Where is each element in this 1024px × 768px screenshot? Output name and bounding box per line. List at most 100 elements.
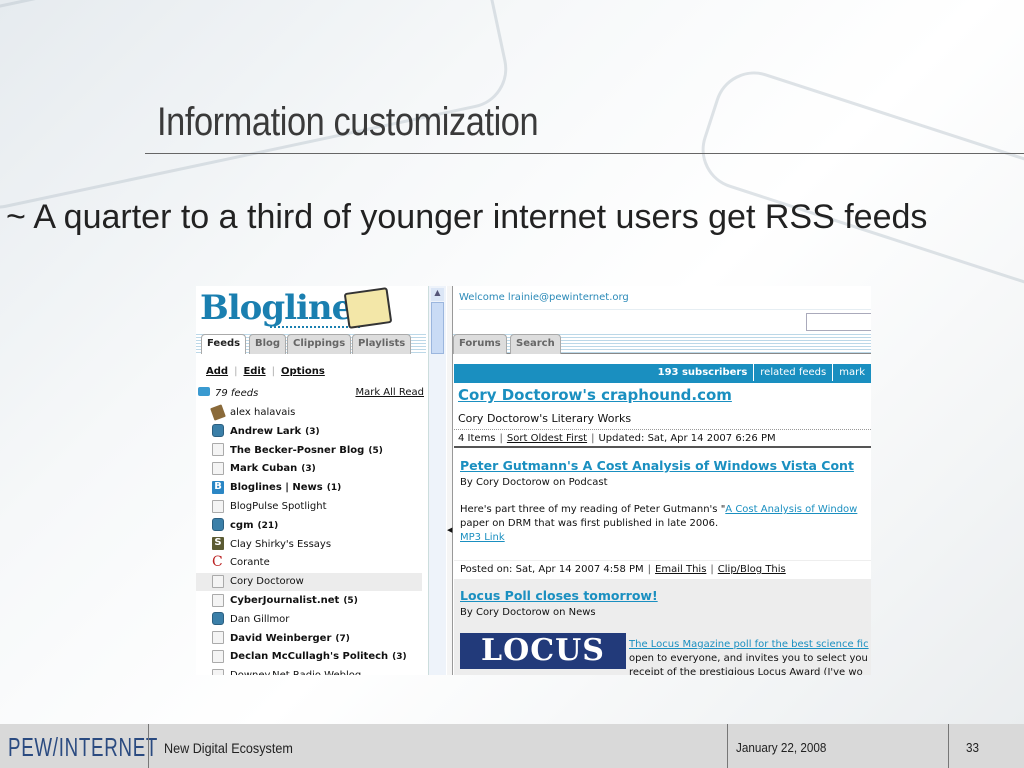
item-title-link[interactable]: Peter Gutmann's A Cost Analysis of Windo… (460, 458, 854, 473)
tab-clippings[interactable]: Clippings (287, 334, 352, 354)
feed-item[interactable]: B Bloglines | News (1) (212, 479, 422, 497)
feed-item[interactable]: Declan McCullagh's Politech (3) (212, 648, 422, 666)
unread-count: (1) (326, 483, 342, 494)
sort-link[interactable]: Sort Oldest First (507, 433, 587, 444)
feed-toolbar: 193 subscribers related feeds mark (454, 364, 871, 383)
feed-name: Corante (230, 557, 270, 569)
item-count: 4 Items (458, 433, 496, 444)
b-feed-icon: B (212, 480, 224, 494)
tab-playlists[interactable]: Playlists (352, 334, 412, 354)
scroll-thumb[interactable] (431, 302, 444, 354)
related-feeds-link[interactable]: related feeds (753, 364, 832, 381)
search-input[interactable] (806, 313, 871, 331)
mp3-link[interactable]: MP3 Link (460, 532, 505, 543)
avatar-feed-icon (210, 403, 226, 421)
item-body: The Locus Magazine poll for the best sci… (629, 638, 869, 675)
feed-item[interactable]: cgm (21) (212, 517, 422, 535)
feed-item[interactable]: Mark Cuban (3) (212, 460, 422, 478)
reading-pane: Welcome lrainie@pewinternet.org Forums S… (453, 286, 871, 675)
slide-footer: PEW/INTERNET New Digital Ecosystem Janua… (0, 724, 1024, 768)
tab-search[interactable]: Search (510, 334, 561, 354)
add-link[interactable]: Add (206, 366, 228, 377)
updated-time: Updated: Sat, Apr 14 2007 6:26 PM (598, 433, 776, 444)
logo-underline (270, 326, 360, 328)
feed-item[interactable]: Downey.Net Radio Weblog (212, 667, 422, 675)
presentation-title: New Digital Ecosystem (164, 740, 293, 756)
feed-name: Cory Doctorow (230, 576, 304, 588)
feed-name: Bloglines | News (230, 482, 323, 494)
page-feed-icon (212, 574, 224, 588)
scrollbar[interactable]: ▲ (428, 286, 446, 675)
unread-count: (5) (343, 596, 358, 606)
body-text: Here's part three of my reading of Peter… (460, 504, 726, 515)
feed-name: Mark Cuban (230, 463, 298, 475)
feed-item[interactable]: The Becker-Posner Blog (5) (212, 442, 422, 460)
edit-link[interactable]: Edit (243, 366, 265, 377)
unread-count: (3) (305, 426, 320, 437)
article-link[interactable]: A Cost Analysis of Window (725, 504, 857, 515)
page-feed-icon (212, 631, 224, 645)
tab-forums[interactable]: Forums (453, 334, 507, 354)
slide-bullet: ~ A quarter to a third of younger intern… (6, 198, 928, 236)
presentation-date: January 22, 2008 (736, 740, 827, 755)
divider (148, 724, 149, 768)
feed-item[interactable]: BlogPulse Spotlight (212, 498, 422, 516)
divider (459, 309, 871, 310)
feed-item[interactable]: C Corante (212, 554, 422, 572)
feed-item[interactable]: Cory Doctorow (196, 573, 422, 592)
feed-title-link[interactable]: Cory Doctorow's craphound.com (458, 386, 732, 404)
unread-count: (7) (335, 633, 350, 644)
feed-name: Downey.Net Radio Weblog (230, 670, 361, 675)
feed-name: David Weinberger (230, 632, 332, 644)
tab-blog[interactable]: Blog (249, 334, 287, 354)
feed-item[interactable]: alex halavais (210, 403, 422, 422)
page-feed-icon (212, 593, 224, 607)
feed-item[interactable]: CyberJournalist.net (5) (212, 592, 422, 610)
item-byline: By Cory Doctorow on News (460, 607, 596, 618)
body-text: paper on DRM that was first published in… (460, 518, 719, 529)
c-feed-icon: C (212, 553, 223, 570)
feed-item[interactable]: Dan Gillmor (212, 611, 422, 629)
divider (727, 724, 728, 768)
feed-name: Andrew Lark (230, 425, 302, 437)
mark-all-read-link[interactable]: Mark All Read (355, 387, 424, 398)
feed-name: Dan Gillmor (230, 613, 290, 625)
feed-name: Declan McCullagh's Politech (230, 651, 389, 663)
unread-count: (3) (301, 464, 316, 475)
page-feed-icon (212, 499, 224, 513)
feed-name: The Becker-Posner Blog (230, 444, 365, 456)
unread-count: (21) (257, 520, 279, 531)
feed-name: CyberJournalist.net (230, 595, 340, 606)
mark-link[interactable]: mark (832, 364, 871, 381)
feed-name: alex halavais (230, 407, 296, 418)
body-text: open to everyone, and invites you to sel… (629, 653, 868, 664)
locus-poll-link[interactable]: The Locus Magazine poll for the best sci… (629, 639, 869, 650)
feed-item[interactable]: David Weinberger (7) (212, 630, 422, 648)
item-footer: Posted on: Sat, Apr 14 2007 4:58 PM | Emai… (454, 560, 871, 579)
unread-count: (3) (392, 652, 407, 663)
slide-title: Information customization (157, 100, 539, 144)
subscribers-count: 193 subscribers (657, 367, 748, 378)
feed-item[interactable]: S Clay Shirky's Essays (212, 536, 422, 554)
page-number: 33 (966, 740, 980, 755)
bubble-feed-icon (212, 424, 224, 438)
options-link[interactable]: Options (281, 366, 325, 377)
newspaper-icon (343, 287, 393, 329)
email-this-link[interactable]: Email This (655, 564, 706, 575)
clip-blog-link[interactable]: Clip/Blog This (718, 564, 786, 575)
left-tab-bar: Feeds Blog Clippings Playlists (196, 332, 426, 354)
posted-time: Posted on: Sat, Apr 14 2007 4:58 PM (460, 564, 644, 575)
feed-item[interactable]: Andrew Lark (3) (212, 423, 422, 441)
feed-name: cgm (230, 519, 254, 531)
feed-count: 79 feeds (215, 388, 259, 399)
item-title-link[interactable]: Locus Poll closes tomorrow! (460, 588, 658, 603)
feeds-header: 79 feeds Mark All Read (198, 387, 424, 399)
scroll-up-icon[interactable]: ▲ (431, 288, 444, 301)
unread-count: (5) (368, 445, 383, 456)
feed-subtitle: Cory Doctorow's Literary Works (458, 412, 632, 425)
bloglines-screenshot: Bloglines Feeds Blog Clippings Playlists… (196, 286, 871, 675)
background-decoration (691, 61, 1024, 299)
tab-feeds[interactable]: Feeds (201, 334, 247, 354)
collapse-arrow-icon[interactable]: ◀ (447, 526, 452, 534)
page-feed-icon (212, 649, 224, 663)
